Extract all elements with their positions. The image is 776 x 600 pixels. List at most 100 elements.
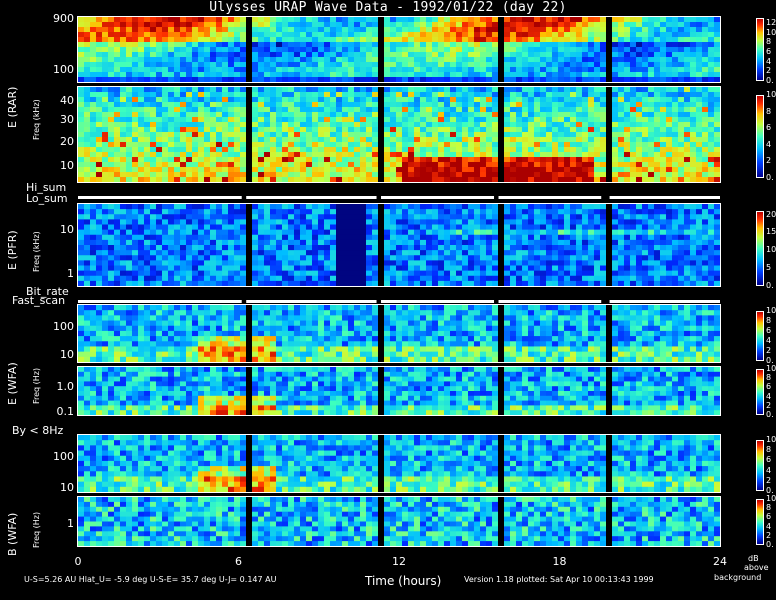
colorbar-tick-label: 0.	[766, 540, 774, 549]
y-tick-label: 20	[60, 135, 74, 148]
colorbar-tick-label: 4	[766, 336, 772, 345]
plot-title: Ulysses URAP Wave Data - 1992/01/22 (day…	[209, 0, 567, 15]
colorbar-tick-label: 4	[766, 521, 772, 531]
panel-rar-low	[77, 86, 721, 183]
spectrogram-wfa-e-high	[78, 305, 720, 362]
spectrogram-wfa-b-high	[78, 435, 720, 492]
spectrogram-wfa-e-low	[78, 367, 720, 415]
x-tick-label: 0	[74, 555, 82, 568]
hi-sum-indicator	[78, 186, 720, 199]
y-tick-label: 0.1	[56, 405, 75, 418]
y-tick-label: 10	[60, 159, 74, 172]
colorbar-tick-label: 6	[766, 512, 772, 522]
colorbar-tick-label: 4	[766, 391, 772, 401]
colorbar-rar-low	[756, 95, 764, 178]
panel-wfa-b-low	[77, 496, 721, 547]
colorbar-tick-label: 10	[766, 494, 776, 503]
y-tick-label: 100	[53, 63, 74, 76]
colorbar-tick-label: 2	[766, 346, 772, 355]
x-tick-label: 18	[552, 555, 567, 568]
x-tick-label: 12	[392, 555, 406, 568]
colorbar-tick-label: 8	[766, 316, 772, 325]
y-tick-label: 100	[53, 450, 74, 463]
lo-sum-indicator	[78, 194, 720, 208]
by-8hz-label: By < 8Hz	[12, 424, 64, 437]
colorbar-tick-label: 10	[766, 245, 776, 255]
colorbar-tick-label: 12	[766, 17, 776, 27]
colorbar-tick-label: 6	[766, 382, 772, 392]
group-label-rar: E (RAR)	[6, 86, 19, 128]
x-axis-label: Time (hours)	[365, 574, 442, 588]
units-background: background	[714, 573, 762, 582]
colorbar-tick-label: 10	[766, 90, 776, 99]
colorbar-tick-label: 4	[766, 56, 772, 66]
x-tick-label: 6	[235, 555, 242, 568]
bit-rate-indicator	[78, 290, 720, 303]
colorbar-tick-label: 0.	[766, 76, 774, 85]
version-text: Version 1.18 plotted: Sat Apr 10 00:13:4…	[464, 575, 654, 584]
group-label-wfa-b: B (WFA)	[6, 512, 19, 556]
colorbar-tick-label: 6	[766, 46, 772, 56]
colorbar-tick-label: 10	[766, 364, 776, 373]
colorbar-tick-label: 20	[766, 209, 776, 219]
colorbar-tick-label: 6	[766, 123, 772, 133]
x-tick-label: 24	[713, 555, 727, 568]
colorbar-wfa-b-high	[756, 440, 764, 491]
colorbar-wfa-e-low	[756, 369, 764, 415]
freq-hz-label-wfa-b: Freq (Hz)	[32, 511, 41, 548]
colorbar-tick-label: 2	[766, 400, 772, 410]
panel-pfr	[77, 203, 721, 287]
fast-scan-indicator	[78, 297, 720, 310]
colorbar-tick-label: 10	[766, 27, 776, 37]
y-tick-label: 1	[67, 267, 74, 280]
colorbar-tick-label: 2	[766, 530, 772, 540]
group-label-pfr: E (PFR)	[6, 230, 19, 270]
panel-wfa-e-low	[77, 366, 721, 416]
y-tick-label: 1	[67, 517, 74, 530]
colorbar-tick-label: 8	[766, 445, 772, 455]
colorbar-tick-label: 10	[766, 435, 776, 444]
colorbar-tick-label: 8	[766, 373, 772, 383]
fast-scan-label: Fast_scan	[12, 294, 66, 307]
freq-hz-label-wfa-e: Freq (Hz)	[32, 367, 41, 404]
colorbar-tick-label: 8	[766, 106, 772, 116]
colorbar-tick-label: 2	[766, 475, 772, 485]
colorbar-wfa-e-high	[756, 311, 764, 361]
spectrogram-rar-low	[78, 87, 720, 182]
freq-khz-label-rar: Freq (kHz)	[32, 99, 41, 140]
colorbar-pfr	[756, 211, 764, 286]
colorbar-tick-label: 2	[766, 156, 772, 166]
colorbar-wfa-b-low	[756, 499, 764, 545]
colorbar-tick-label: 2	[766, 66, 772, 76]
colorbar-tick-label: 0.	[766, 281, 774, 290]
spectrogram-pfr	[78, 204, 720, 286]
freq-khz-label-pfr: Freq (kHz)	[32, 231, 41, 272]
y-tick-label: 10	[60, 348, 74, 361]
colorbar-tick-label: 6	[766, 455, 772, 465]
colorbar-tick-label: 4	[766, 465, 772, 475]
units-above: above	[744, 563, 769, 572]
panel-rar-high	[77, 16, 721, 83]
y-tick-label: 30	[60, 113, 74, 126]
ephemeris-text: U-S=5.26 AU Hlat_U= -5.9 deg U-S-E= 35.7…	[24, 575, 277, 584]
colorbar-tick-label: 0.	[766, 173, 774, 182]
y-tick-label: 900	[53, 12, 74, 25]
y-tick-label: 10	[60, 481, 74, 494]
lo-sum-label: Lo_sum	[26, 192, 68, 205]
colorbar-tick-label: 15	[766, 227, 776, 237]
colorbar-tick-label: 8	[766, 503, 772, 513]
units-dB: dB	[748, 554, 759, 563]
colorbar-tick-label: 8	[766, 37, 772, 47]
y-tick-label: 100	[53, 320, 74, 333]
panel-wfa-b-high	[77, 434, 721, 493]
y-tick-label: 40	[60, 94, 74, 107]
colorbar-tick-label: 6	[766, 326, 772, 335]
colorbar-tick-label: 0.	[766, 410, 774, 419]
colorbar-tick-label: 5	[766, 263, 772, 273]
colorbar-rar-high	[756, 18, 764, 81]
colorbar-tick-label: 10	[766, 306, 776, 315]
y-tick-label: 10	[60, 223, 74, 236]
spectrogram-rar-high	[78, 17, 720, 82]
group-label-wfa-e: E (WFA)	[6, 362, 19, 405]
y-tick-label: 1.0	[56, 380, 75, 393]
